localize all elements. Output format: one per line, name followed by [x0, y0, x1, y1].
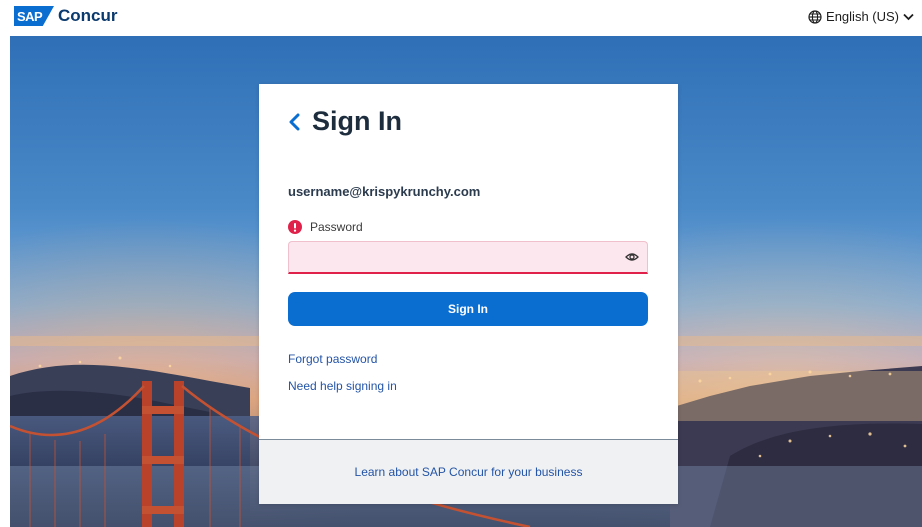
- password-label: Password: [310, 220, 363, 234]
- learn-about-link[interactable]: Learn about SAP Concur for your business: [355, 465, 583, 479]
- language-selector[interactable]: English (US): [808, 9, 914, 24]
- error-icon: [288, 220, 302, 234]
- eye-icon[interactable]: [625, 251, 639, 263]
- title-row: Sign In: [288, 106, 402, 137]
- language-label: English (US): [826, 9, 899, 24]
- password-label-row: Password: [288, 220, 363, 234]
- sign-in-button[interactable]: Sign In: [288, 292, 648, 326]
- need-help-link[interactable]: Need help signing in: [288, 379, 397, 393]
- sap-logo-badge: SAP: [14, 6, 54, 26]
- top-bar: SAP Concur English (US): [0, 0, 922, 36]
- globe-icon: [808, 9, 822, 24]
- back-chevron-icon[interactable]: [288, 110, 306, 134]
- forgot-password-link[interactable]: Forgot password: [288, 352, 377, 366]
- sap-concur-logo: SAP Concur: [14, 6, 118, 26]
- password-input[interactable]: [289, 242, 625, 271]
- page-title: Sign In: [312, 106, 402, 136]
- password-field: [288, 241, 648, 274]
- username-display: username@krispykrunchy.com: [288, 184, 481, 199]
- card-footer: Learn about SAP Concur for your business: [259, 440, 678, 504]
- brand-name: Concur: [58, 6, 118, 25]
- sign-in-card: Sign In username@krispykrunchy.com Passw…: [259, 84, 678, 504]
- chevron-down-icon: [903, 13, 914, 21]
